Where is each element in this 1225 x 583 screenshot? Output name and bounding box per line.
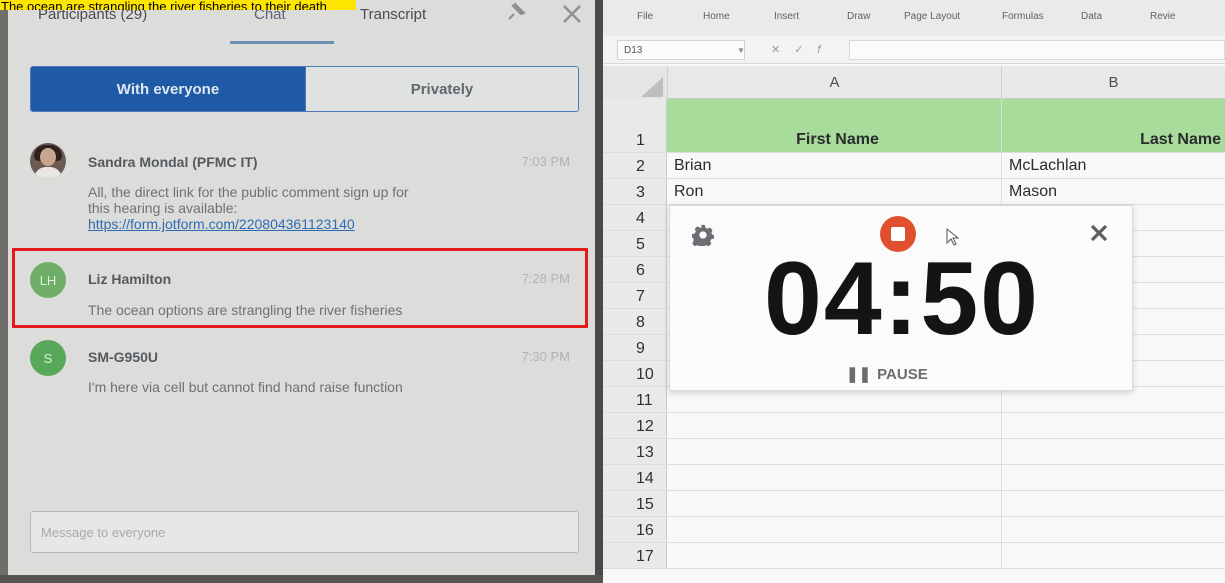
cell[interactable]	[1001, 491, 1225, 516]
message-time: 7:03 PM	[521, 154, 570, 169]
pause-icon: ❚❚	[846, 366, 872, 383]
close-icon[interactable]	[560, 2, 584, 26]
name-box[interactable]: D13	[617, 40, 745, 60]
message-text: I'm here via cell but cannot find hand r…	[88, 379, 403, 395]
row-number[interactable]: 12	[603, 413, 667, 438]
message-link[interactable]: https://form.jotform.com/220804361123140	[88, 216, 578, 232]
table-row: 15	[603, 491, 1225, 517]
row-number[interactable]: 10	[603, 361, 667, 386]
table-row: 17	[603, 543, 1225, 569]
pin-icon[interactable]	[506, 2, 526, 22]
ribbon-tabs: File Home Insert Draw Page Layout Formul…	[603, 0, 1225, 36]
message-time: 7:30 PM	[521, 349, 570, 364]
cell[interactable]	[1001, 413, 1225, 438]
cell[interactable]: Mason	[1001, 179, 1225, 204]
chat-audience-toggle: With everyone Privately	[30, 66, 579, 112]
row-number[interactable]: 17	[603, 543, 667, 568]
column-header-a[interactable]: A	[667, 66, 1001, 99]
message-sender: SM-G950U	[88, 349, 159, 365]
table-row: 13	[603, 439, 1225, 465]
table-row: 16	[603, 517, 1225, 543]
message-text: All, the direct link for the public comm…	[88, 184, 578, 232]
row-number[interactable]: 14	[603, 465, 667, 490]
row-number[interactable]: 8	[603, 309, 667, 334]
pause-label: PAUSE	[877, 365, 928, 383]
cell[interactable]	[1001, 517, 1225, 542]
message-text-line: All, the direct link for the public comm…	[88, 184, 409, 200]
privately-button[interactable]: Privately	[305, 67, 578, 111]
timer-display: 04:50	[764, 241, 1040, 357]
countdown-timer: 04:50 ❚❚ PAUSE	[669, 205, 1133, 391]
ribbon-tab-data[interactable]: Data	[1081, 11, 1102, 22]
cell[interactable]: Last Name	[1001, 99, 1225, 152]
cell[interactable]	[1001, 465, 1225, 490]
formula-input[interactable]	[849, 40, 1225, 60]
monitor-bezel-bottom	[0, 575, 603, 583]
table-row: 1 First Name Last Name	[603, 99, 1225, 153]
row-number[interactable]: 4	[603, 205, 667, 230]
row-number[interactable]: 5	[603, 231, 667, 256]
highlighted-caption: The ocean are strangling the river fishe…	[0, 0, 356, 10]
message-sender: Sandra Mondal (PFMC IT)	[88, 154, 258, 170]
row-number[interactable]: 11	[603, 387, 667, 412]
column-headers: A B	[603, 66, 1225, 99]
chat-message: S SM-G950U 7:30 PM I'm here via cell but…	[30, 340, 585, 400]
active-tab-indicator	[230, 41, 334, 44]
formula-icons: ✕✓𝑓	[771, 44, 835, 56]
row-number[interactable]: 16	[603, 517, 667, 542]
avatar	[30, 143, 66, 179]
close-icon[interactable]	[1088, 222, 1110, 244]
ribbon-tab-home[interactable]: Home	[703, 11, 730, 22]
ribbon-tab-draw[interactable]: Draw	[847, 11, 870, 22]
cell[interactable]	[1001, 439, 1225, 464]
table-row: 2 Brian McLachlan	[603, 153, 1225, 179]
cell[interactable]: Ron	[667, 179, 1001, 204]
ribbon-tab-file[interactable]: File	[637, 11, 653, 22]
message-input[interactable]: Message to everyone	[30, 511, 579, 553]
row-number[interactable]: 3	[603, 179, 667, 204]
chat-panel: Participants (29) Chat Transcript With e…	[0, 0, 603, 583]
row-number[interactable]: 2	[603, 153, 667, 178]
row-number[interactable]: 6	[603, 257, 667, 282]
row-number[interactable]: 1	[603, 99, 667, 152]
cell[interactable]	[1001, 543, 1225, 568]
formula-bar: D13 ▼ ✕✓𝑓	[603, 36, 1225, 64]
table-row: 3 Ron Mason	[603, 179, 1225, 205]
gear-icon[interactable]	[692, 224, 714, 246]
ribbon-tab-review[interactable]: Revie	[1150, 11, 1176, 22]
avatar: S	[30, 340, 66, 376]
cell[interactable]: McLachlan	[1001, 153, 1225, 178]
row-number[interactable]: 13	[603, 439, 667, 464]
chat-message: Sandra Mondal (PFMC IT) 7:03 PM All, the…	[30, 143, 585, 243]
highlight-box	[12, 248, 588, 328]
table-row: 14	[603, 465, 1225, 491]
chevron-down-icon[interactable]: ▼	[737, 46, 745, 55]
monitor-bezel-left	[0, 0, 8, 583]
select-all-corner[interactable]	[603, 66, 667, 99]
stop-icon	[891, 227, 905, 241]
ribbon-tab-formulas[interactable]: Formulas	[1002, 11, 1044, 22]
message-text-line: this hearing is available:	[88, 200, 238, 216]
tab-transcript[interactable]: Transcript	[360, 6, 426, 23]
cell[interactable]: First Name	[667, 99, 1001, 152]
row-number[interactable]: 7	[603, 283, 667, 308]
panel-divider	[595, 0, 603, 583]
with-everyone-button[interactable]: With everyone	[31, 67, 305, 111]
ribbon-tab-insert[interactable]: Insert	[774, 11, 799, 22]
row-number[interactable]: 9	[603, 335, 667, 360]
ribbon-tab-page-layout[interactable]: Page Layout	[904, 11, 960, 22]
cell[interactable]: Brian	[667, 153, 1001, 178]
table-row: 12	[603, 413, 1225, 439]
pause-button[interactable]: ❚❚ PAUSE	[846, 365, 928, 384]
column-header-b[interactable]: B	[1001, 66, 1225, 99]
row-number[interactable]: 15	[603, 491, 667, 516]
